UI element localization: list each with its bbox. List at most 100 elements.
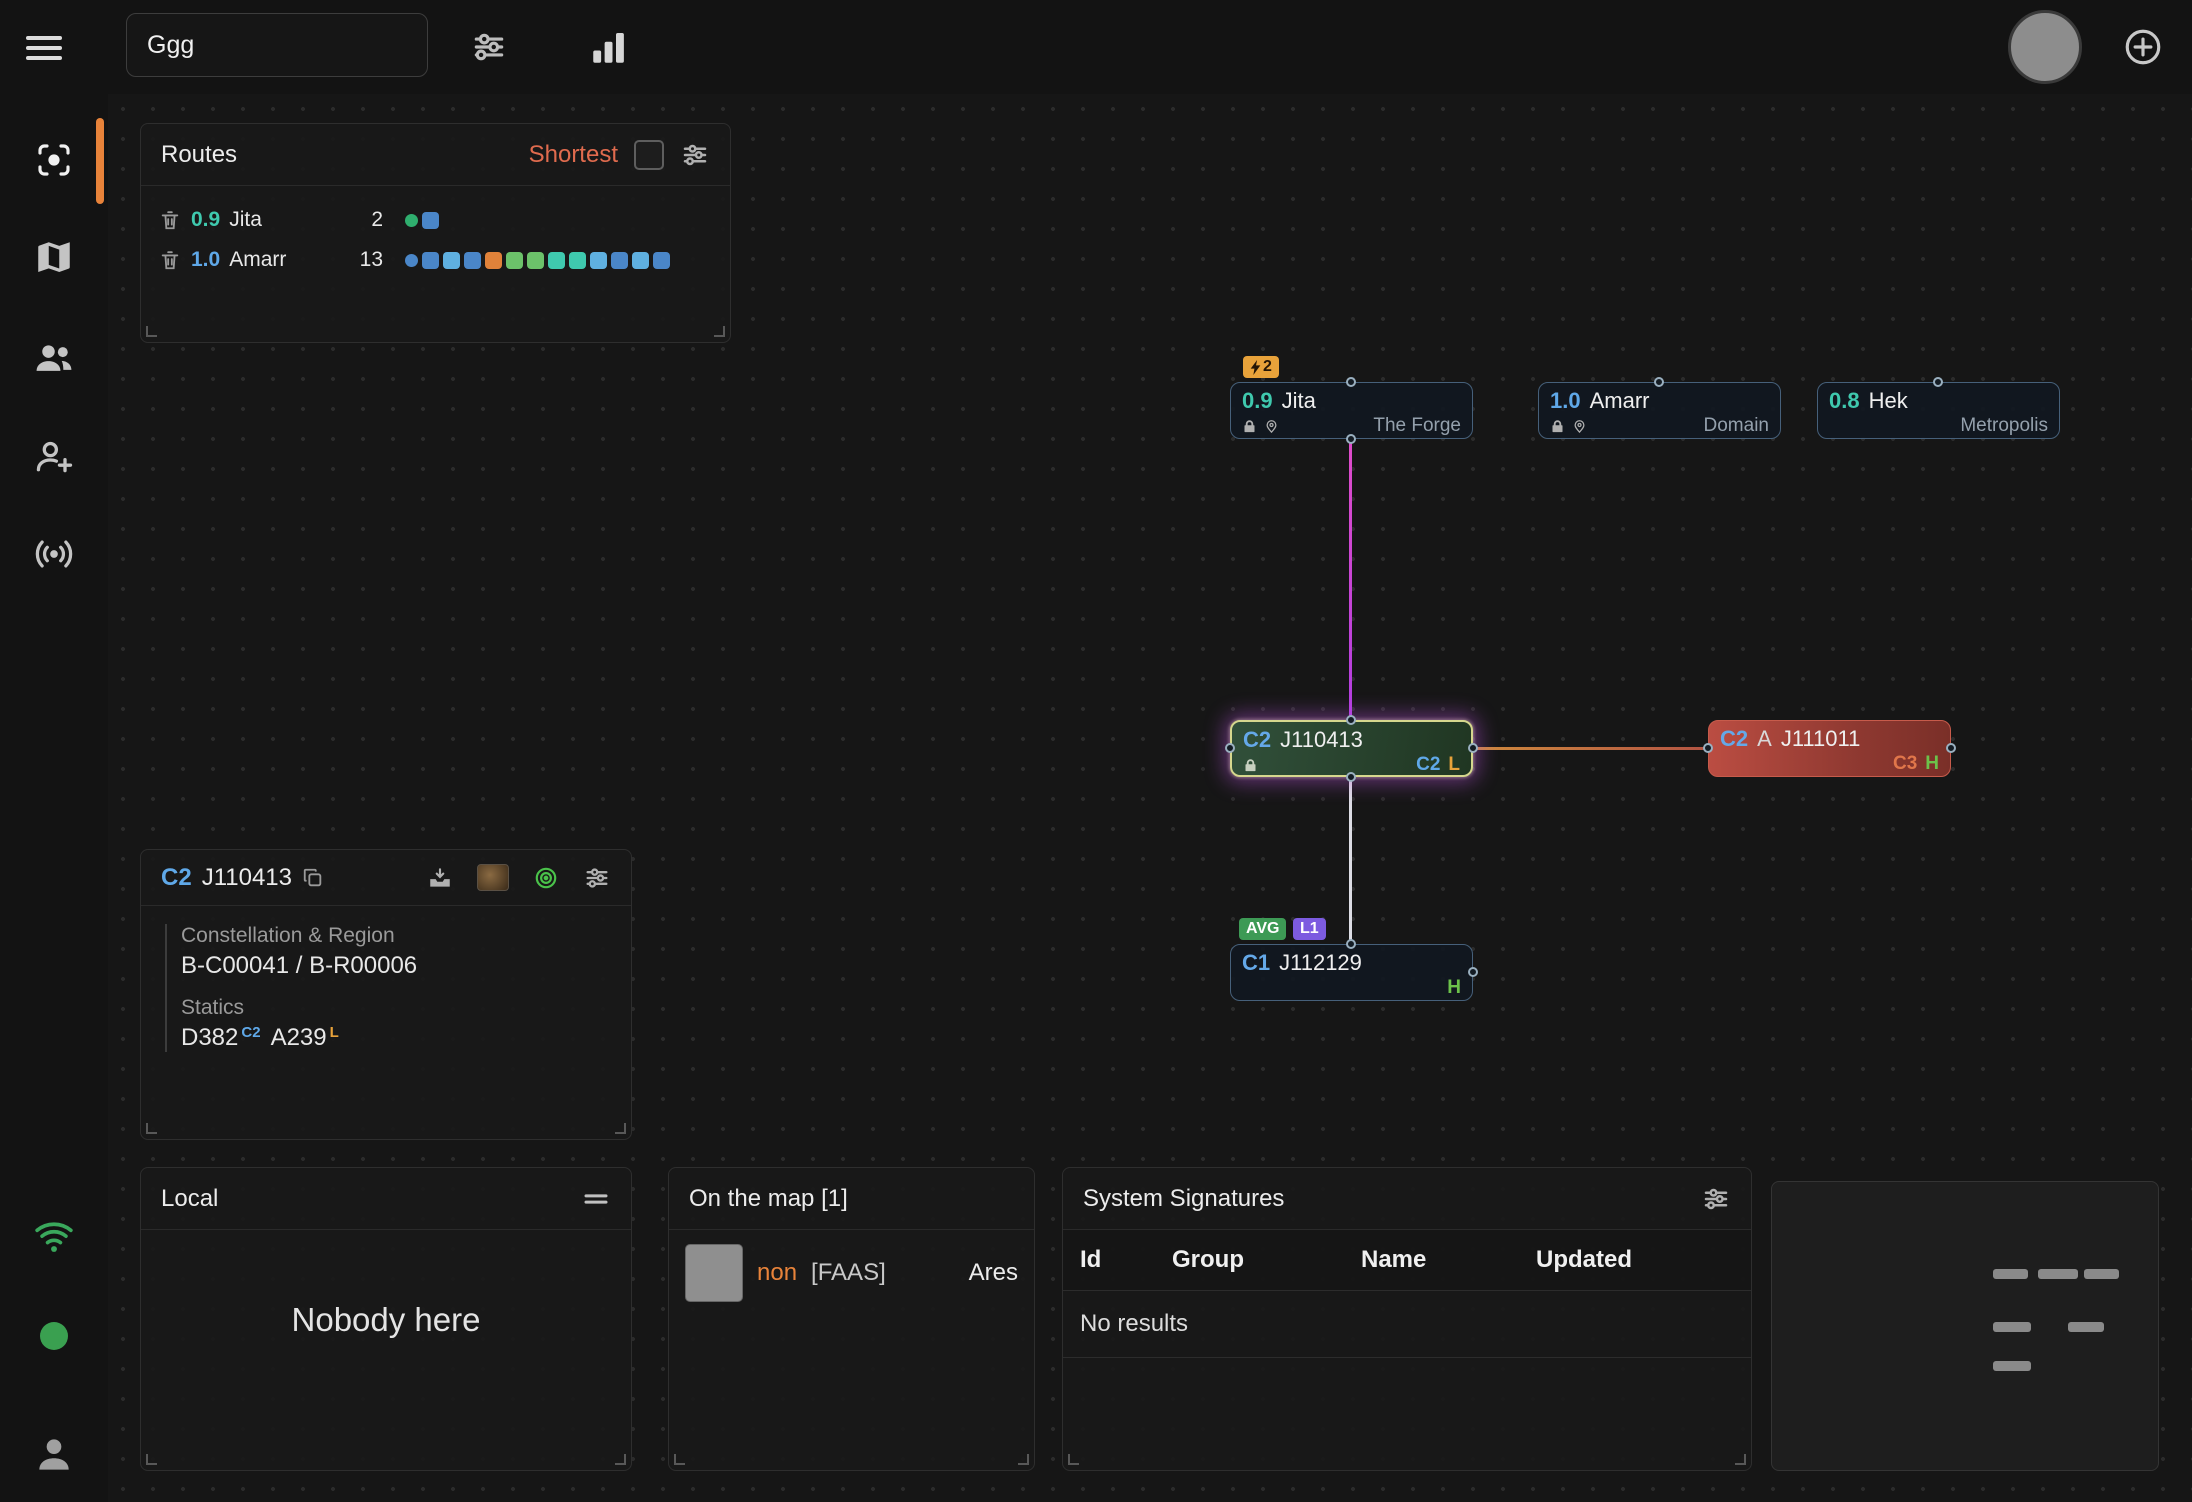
map-node-amarr[interactable]: 1.0 Amarr Domain (1538, 382, 1781, 439)
sidebar-item-map[interactable] (0, 216, 108, 300)
system-class: C2 (161, 864, 192, 892)
statics-label: Statics (181, 996, 631, 1020)
connection-anchor[interactable] (1346, 377, 1356, 387)
connection-jita-j110413[interactable] (1349, 439, 1352, 720)
minimap[interactable] (1771, 1181, 2159, 1471)
sidebar-item-add-pilot[interactable] (0, 414, 108, 498)
delete-route-icon[interactable] (159, 249, 181, 271)
routes-title: Routes (161, 141, 237, 169)
column-group[interactable]: Group (1172, 1246, 1361, 1274)
location-pin-icon (1572, 419, 1587, 434)
route-row: 0.9 Jita 2 (141, 200, 730, 240)
pilot-name[interactable]: non (757, 1259, 797, 1287)
collapse-tray-icon[interactable] (427, 865, 453, 891)
connection-anchor[interactable] (1654, 377, 1664, 387)
connection-anchor[interactable] (1468, 967, 1478, 977)
route-security: 0.9 (191, 208, 220, 232)
route-hop[interactable] (443, 252, 460, 269)
route-destination[interactable]: Amarr (229, 248, 286, 272)
add-icon[interactable] (2122, 26, 2164, 68)
security-letter: L (1448, 754, 1460, 776)
route-hop[interactable] (611, 252, 628, 269)
connection-anchor[interactable] (1346, 939, 1356, 949)
map-name-input[interactable] (126, 13, 428, 77)
map-node-hek[interactable]: 0.8 Hek Metropolis (1817, 382, 2060, 439)
system-name: J110413 (1280, 727, 1363, 753)
filter-icon[interactable] (470, 28, 508, 66)
route-hop[interactable] (632, 252, 649, 269)
route-jump-count: 2 (349, 208, 383, 232)
system-effect-image[interactable] (477, 864, 509, 891)
route-hop[interactable] (422, 212, 439, 229)
map-node-j110413[interactable]: C2 J110413 C2 L (1230, 720, 1473, 777)
pilot-portrait (685, 1244, 743, 1302)
shortest-toggle-label[interactable]: Shortest (529, 141, 618, 169)
sidebar-item-tracking[interactable] (0, 118, 108, 202)
route-security: 1.0 (191, 248, 220, 272)
connection-anchor[interactable] (1946, 743, 1956, 753)
local-menu-icon[interactable] (581, 1184, 611, 1214)
system-name: Amarr (1590, 388, 1650, 414)
sidebar-item-pilots[interactable] (0, 316, 108, 400)
sidebar-item-broadcast[interactable] (0, 512, 108, 596)
route-hop[interactable] (569, 252, 586, 269)
connection-anchor[interactable] (1346, 772, 1356, 782)
system-info-panel: C2 J110413 Constellation & Region B-C0 (140, 849, 632, 1140)
user-icon[interactable] (0, 1412, 108, 1496)
route-hop[interactable] (506, 252, 523, 269)
lock-icon (1243, 758, 1258, 773)
menu-icon[interactable] (26, 30, 62, 62)
route-hop[interactable] (464, 252, 481, 269)
corp-ticker: [FAAS] (811, 1259, 886, 1287)
static-security: L (330, 1024, 339, 1041)
system-name: Hek (1869, 388, 1908, 414)
bar-chart-icon[interactable] (588, 26, 630, 68)
static-class: C2 (241, 1024, 260, 1041)
map-node-j112129[interactable]: AVG L1 C1 J112129 H (1230, 944, 1473, 1001)
column-id[interactable]: Id (1080, 1246, 1172, 1274)
route-hop[interactable] (653, 252, 670, 269)
avatar[interactable] (2008, 10, 2082, 84)
copy-icon[interactable] (302, 867, 324, 889)
connection-j110413-j111011[interactable] (1473, 747, 1708, 750)
region-name: The Forge (1373, 415, 1461, 437)
location-pin-icon (1264, 419, 1279, 434)
pilot-row[interactable]: non [FAAS] Ares (669, 1230, 1034, 1316)
route-row: 1.0 Amarr 13 (141, 240, 730, 280)
route-hop[interactable] (548, 252, 565, 269)
shortest-checkbox[interactable] (634, 140, 664, 170)
delete-route-icon[interactable] (159, 209, 181, 231)
info-settings-icon[interactable] (583, 864, 611, 892)
local-panel: Local Nobody here (140, 1167, 632, 1471)
connection-anchor[interactable] (1933, 377, 1943, 387)
system-name: J112129 (1279, 950, 1362, 976)
connection-j110413-j112129[interactable] (1349, 777, 1352, 944)
route-hop[interactable] (405, 254, 418, 267)
map-node-jita[interactable]: 2 0.9 Jita The Forge (1230, 382, 1473, 439)
connection-anchor[interactable] (1703, 743, 1713, 753)
top-bar (0, 0, 2192, 94)
connection-anchor[interactable] (1346, 715, 1356, 725)
route-hop[interactable] (590, 252, 607, 269)
route-hop[interactable] (485, 252, 502, 269)
column-updated[interactable]: Updated (1536, 1246, 1751, 1274)
route-destination[interactable]: Jita (229, 208, 262, 232)
routes-settings-icon[interactable] (680, 140, 710, 170)
security-status: 0.9 (1242, 388, 1273, 414)
leads-to-class: C3 (1893, 753, 1917, 775)
map-node-j111011[interactable]: C2 A J111011 C3 H (1708, 720, 1951, 777)
route-hop[interactable] (422, 252, 439, 269)
connection-anchor[interactable] (1225, 743, 1235, 753)
wormhole-class: C2 (1243, 727, 1271, 753)
route-hop[interactable] (405, 214, 418, 227)
column-name[interactable]: Name (1361, 1246, 1536, 1274)
route-hops (405, 252, 670, 269)
system-name: J110413 (202, 864, 292, 892)
effect-target-icon[interactable] (533, 865, 559, 891)
connection-anchor[interactable] (1346, 434, 1356, 444)
system-name: J111011 (1781, 726, 1861, 752)
connection-anchor[interactable] (1468, 743, 1478, 753)
route-hop[interactable] (527, 252, 544, 269)
signatures-settings-icon[interactable] (1701, 1184, 1731, 1214)
region-name: Domain (1704, 415, 1769, 437)
